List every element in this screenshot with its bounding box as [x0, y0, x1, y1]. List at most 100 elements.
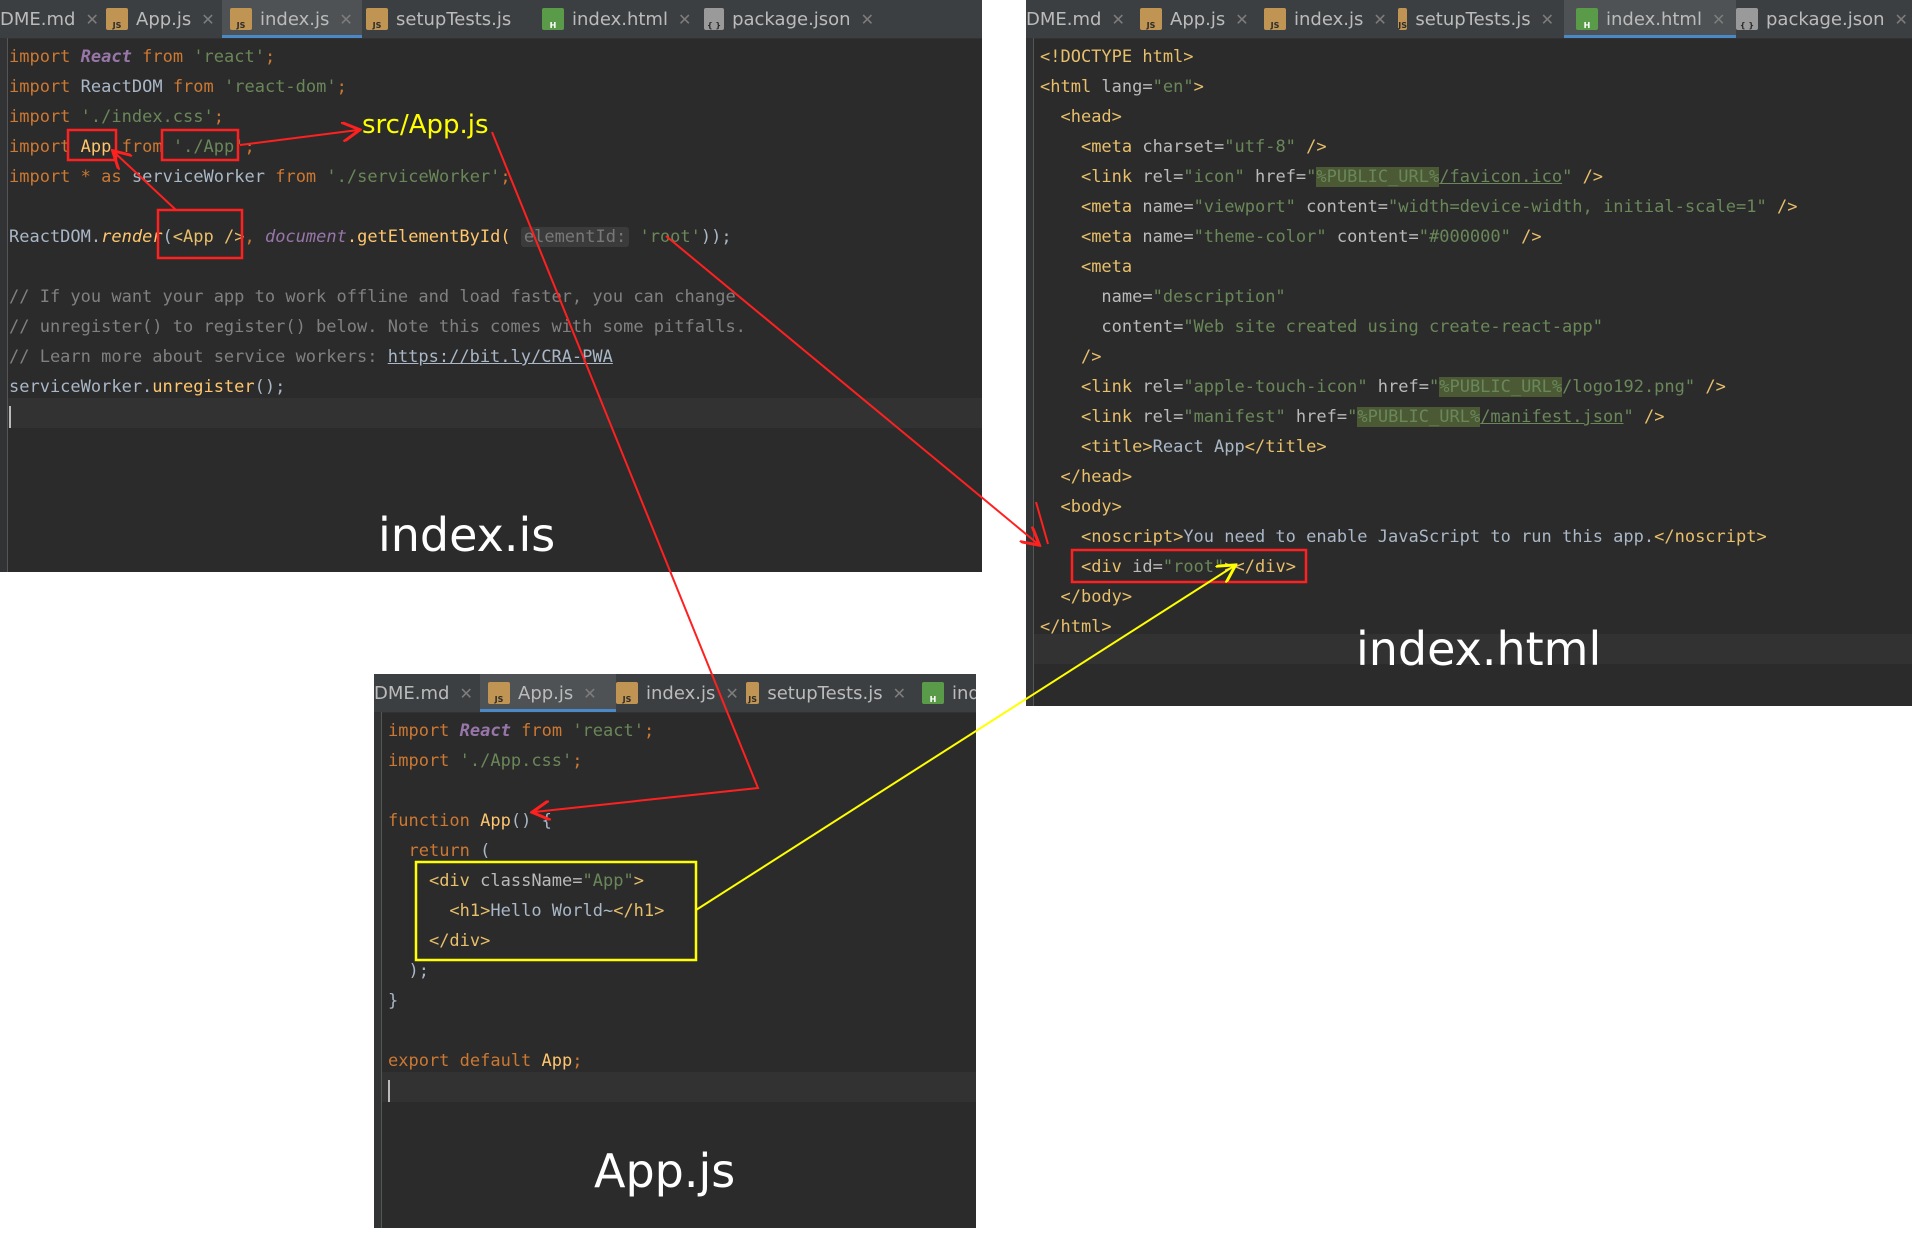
- html-line-6: <meta name="viewport" content="width=dev…: [1080, 197, 1798, 217]
- editor-gutter: [1026, 38, 1034, 706]
- javascript-file-icon: JS: [616, 682, 638, 704]
- html-file-icon: H: [1576, 8, 1598, 30]
- javascript-file-icon: JS: [488, 682, 510, 704]
- tab-readme[interactable]: DME.md ✕: [1026, 0, 1130, 38]
- tab-readme[interactable]: DME.md ✕: [374, 674, 474, 712]
- tab-label: index.js: [646, 682, 716, 704]
- app-line-7: <h1>Hello World~</h1>: [449, 901, 665, 921]
- tab-app-js[interactable]: JS App.js ✕: [480, 674, 616, 712]
- tab-label: setupTests.js: [396, 8, 512, 30]
- code-line-4: import App from './App';: [9, 137, 255, 157]
- json-file-icon: { }: [1736, 8, 1758, 30]
- tab-package-json[interactable]: { } package.json ✕: [704, 0, 874, 38]
- html-line-8: <meta: [1080, 257, 1133, 277]
- html-line-7: <meta name="theme-color" content="#00000…: [1080, 227, 1542, 247]
- tab-label: package.json: [732, 8, 851, 30]
- tab-label: ind: [952, 682, 976, 704]
- editor-gutter: [374, 712, 382, 1228]
- close-icon[interactable]: ✕: [583, 684, 596, 703]
- tab-label: DME.md: [1026, 8, 1102, 30]
- tab-readme[interactable]: DME.md ✕: [0, 0, 100, 38]
- close-icon[interactable]: ✕: [459, 684, 472, 703]
- html-line-14: <title>React App</title>: [1080, 437, 1327, 457]
- tab-label: setupTests.js: [767, 682, 883, 704]
- tab-index-js[interactable]: JS index.js ✕: [610, 674, 740, 712]
- tab-label: App.js: [518, 682, 574, 704]
- editor-gutter: [0, 38, 8, 572]
- html-line-3: <head>: [1060, 107, 1122, 127]
- code-editor[interactable]: import React from 'react'; import './App…: [388, 716, 664, 1106]
- close-icon[interactable]: ✕: [861, 10, 874, 29]
- javascript-file-icon: JS: [366, 8, 388, 30]
- text-cursor: [388, 1080, 390, 1102]
- tab-bar: DME.md ✕ JS App.js ✕ JS index.js ✕ JS se…: [1026, 0, 1912, 39]
- close-icon[interactable]: ✕: [339, 10, 352, 29]
- close-icon[interactable]: ✕: [1895, 10, 1908, 29]
- editor-panel-index-html: DME.md ✕ JS App.js ✕ JS index.js ✕ JS se…: [1026, 0, 1912, 706]
- javascript-file-icon: JS: [1140, 8, 1162, 30]
- html-line-16: <body>: [1060, 497, 1122, 517]
- tab-app-js[interactable]: JS App.js ✕: [106, 0, 216, 38]
- app-line-6: <div className="App">: [428, 871, 644, 891]
- app-line-4: function App() {: [388, 811, 552, 831]
- javascript-file-icon: JS: [106, 8, 128, 30]
- comment-line-1: // If you want your app to work offline …: [9, 287, 736, 307]
- close-icon[interactable]: ✕: [893, 684, 906, 703]
- html-line-20: </html>: [1040, 617, 1112, 637]
- close-icon[interactable]: ✕: [1373, 10, 1386, 29]
- tab-label: DME.md: [374, 682, 450, 704]
- tab-setup-tests[interactable]: JS setupTests.js ✕: [746, 674, 906, 712]
- javascript-file-icon: JS: [1398, 8, 1408, 30]
- html-line-19: </body>: [1060, 587, 1133, 607]
- close-icon[interactable]: ✕: [725, 684, 738, 703]
- close-icon[interactable]: ✕: [1712, 10, 1725, 29]
- close-icon[interactable]: ✕: [201, 10, 214, 29]
- tab-label: App.js: [1170, 8, 1226, 30]
- tab-index-js[interactable]: JS index.js ✕: [1264, 0, 1388, 38]
- tab-package-json[interactable]: { } package.json ✕: [1736, 0, 1912, 38]
- close-icon[interactable]: ✕: [678, 10, 691, 29]
- html-line-9: name="description": [1101, 287, 1286, 307]
- code-line-7: ReactDOM.render(<App />, document.getEle…: [9, 227, 732, 247]
- tab-index-html[interactable]: H index.html ✕: [1564, 0, 1736, 38]
- tab-label: App.js: [136, 8, 192, 30]
- pwa-link[interactable]: https://bit.ly/CRA-PWA: [388, 347, 613, 367]
- tab-index-html[interactable]: H ind: [922, 674, 976, 712]
- code-line-5: import * as serviceWorker from './servic…: [9, 167, 511, 187]
- html-line-2: <html lang="en">: [1040, 77, 1204, 97]
- parameter-hint: elementId:: [520, 227, 630, 247]
- close-icon[interactable]: ✕: [85, 10, 98, 29]
- html-file-icon: H: [542, 8, 564, 30]
- close-icon[interactable]: ✕: [1111, 10, 1124, 29]
- tab-setup-tests[interactable]: JS setupTests.js: [366, 0, 516, 38]
- tab-label: index.html: [572, 8, 668, 30]
- panel-caption: index.is: [378, 508, 556, 562]
- tab-label: package.json: [1766, 8, 1885, 30]
- tab-app-js[interactable]: JS App.js ✕: [1140, 0, 1254, 38]
- comment-line-2: // unregister() to register() below. Not…: [9, 317, 746, 337]
- tab-index-js[interactable]: JS index.js ✕: [222, 0, 362, 38]
- html-line-1: <!DOCTYPE html>: [1040, 47, 1194, 67]
- panel-caption: index.html: [1356, 622, 1602, 676]
- html-line-17: <noscript>You need to enable JavaScript …: [1080, 527, 1767, 547]
- code-line-2: import ReactDOM from 'react-dom';: [9, 77, 347, 97]
- text-cursor: [9, 406, 11, 428]
- app-line-2: import './App.css';: [388, 751, 583, 771]
- html-line-12: <link rel="apple-touch-icon" href="%PUBL…: [1080, 377, 1726, 397]
- html-line-18: <div id="root"></div>: [1080, 557, 1296, 577]
- panel-caption: App.js: [594, 1144, 736, 1198]
- app-line-5: return (: [408, 841, 491, 861]
- html-line-10: content="Web site created using create-r…: [1101, 317, 1603, 337]
- close-icon[interactable]: ✕: [1541, 10, 1554, 29]
- tab-label: DME.md: [0, 8, 76, 30]
- code-editor[interactable]: import React from 'react'; import ReactD…: [9, 42, 746, 432]
- tab-setup-tests[interactable]: JS setupTests.js ✕: [1398, 0, 1554, 38]
- code-editor[interactable]: <!DOCTYPE html> <html lang="en"> <head> …: [1040, 42, 1797, 642]
- tab-index-html[interactable]: H index.html ✕: [542, 0, 692, 38]
- app-line-1: import React from 'react';: [388, 721, 655, 741]
- javascript-file-icon: JS: [746, 682, 760, 704]
- tab-bar: DME.md ✕ JS App.js ✕ JS index.js ✕ JS se…: [0, 0, 982, 39]
- close-icon[interactable]: ✕: [1235, 10, 1248, 29]
- tab-label: index.html: [1606, 8, 1702, 30]
- editor-panel-app-js: DME.md ✕ JS App.js ✕ JS index.js ✕ JS se…: [374, 674, 976, 1228]
